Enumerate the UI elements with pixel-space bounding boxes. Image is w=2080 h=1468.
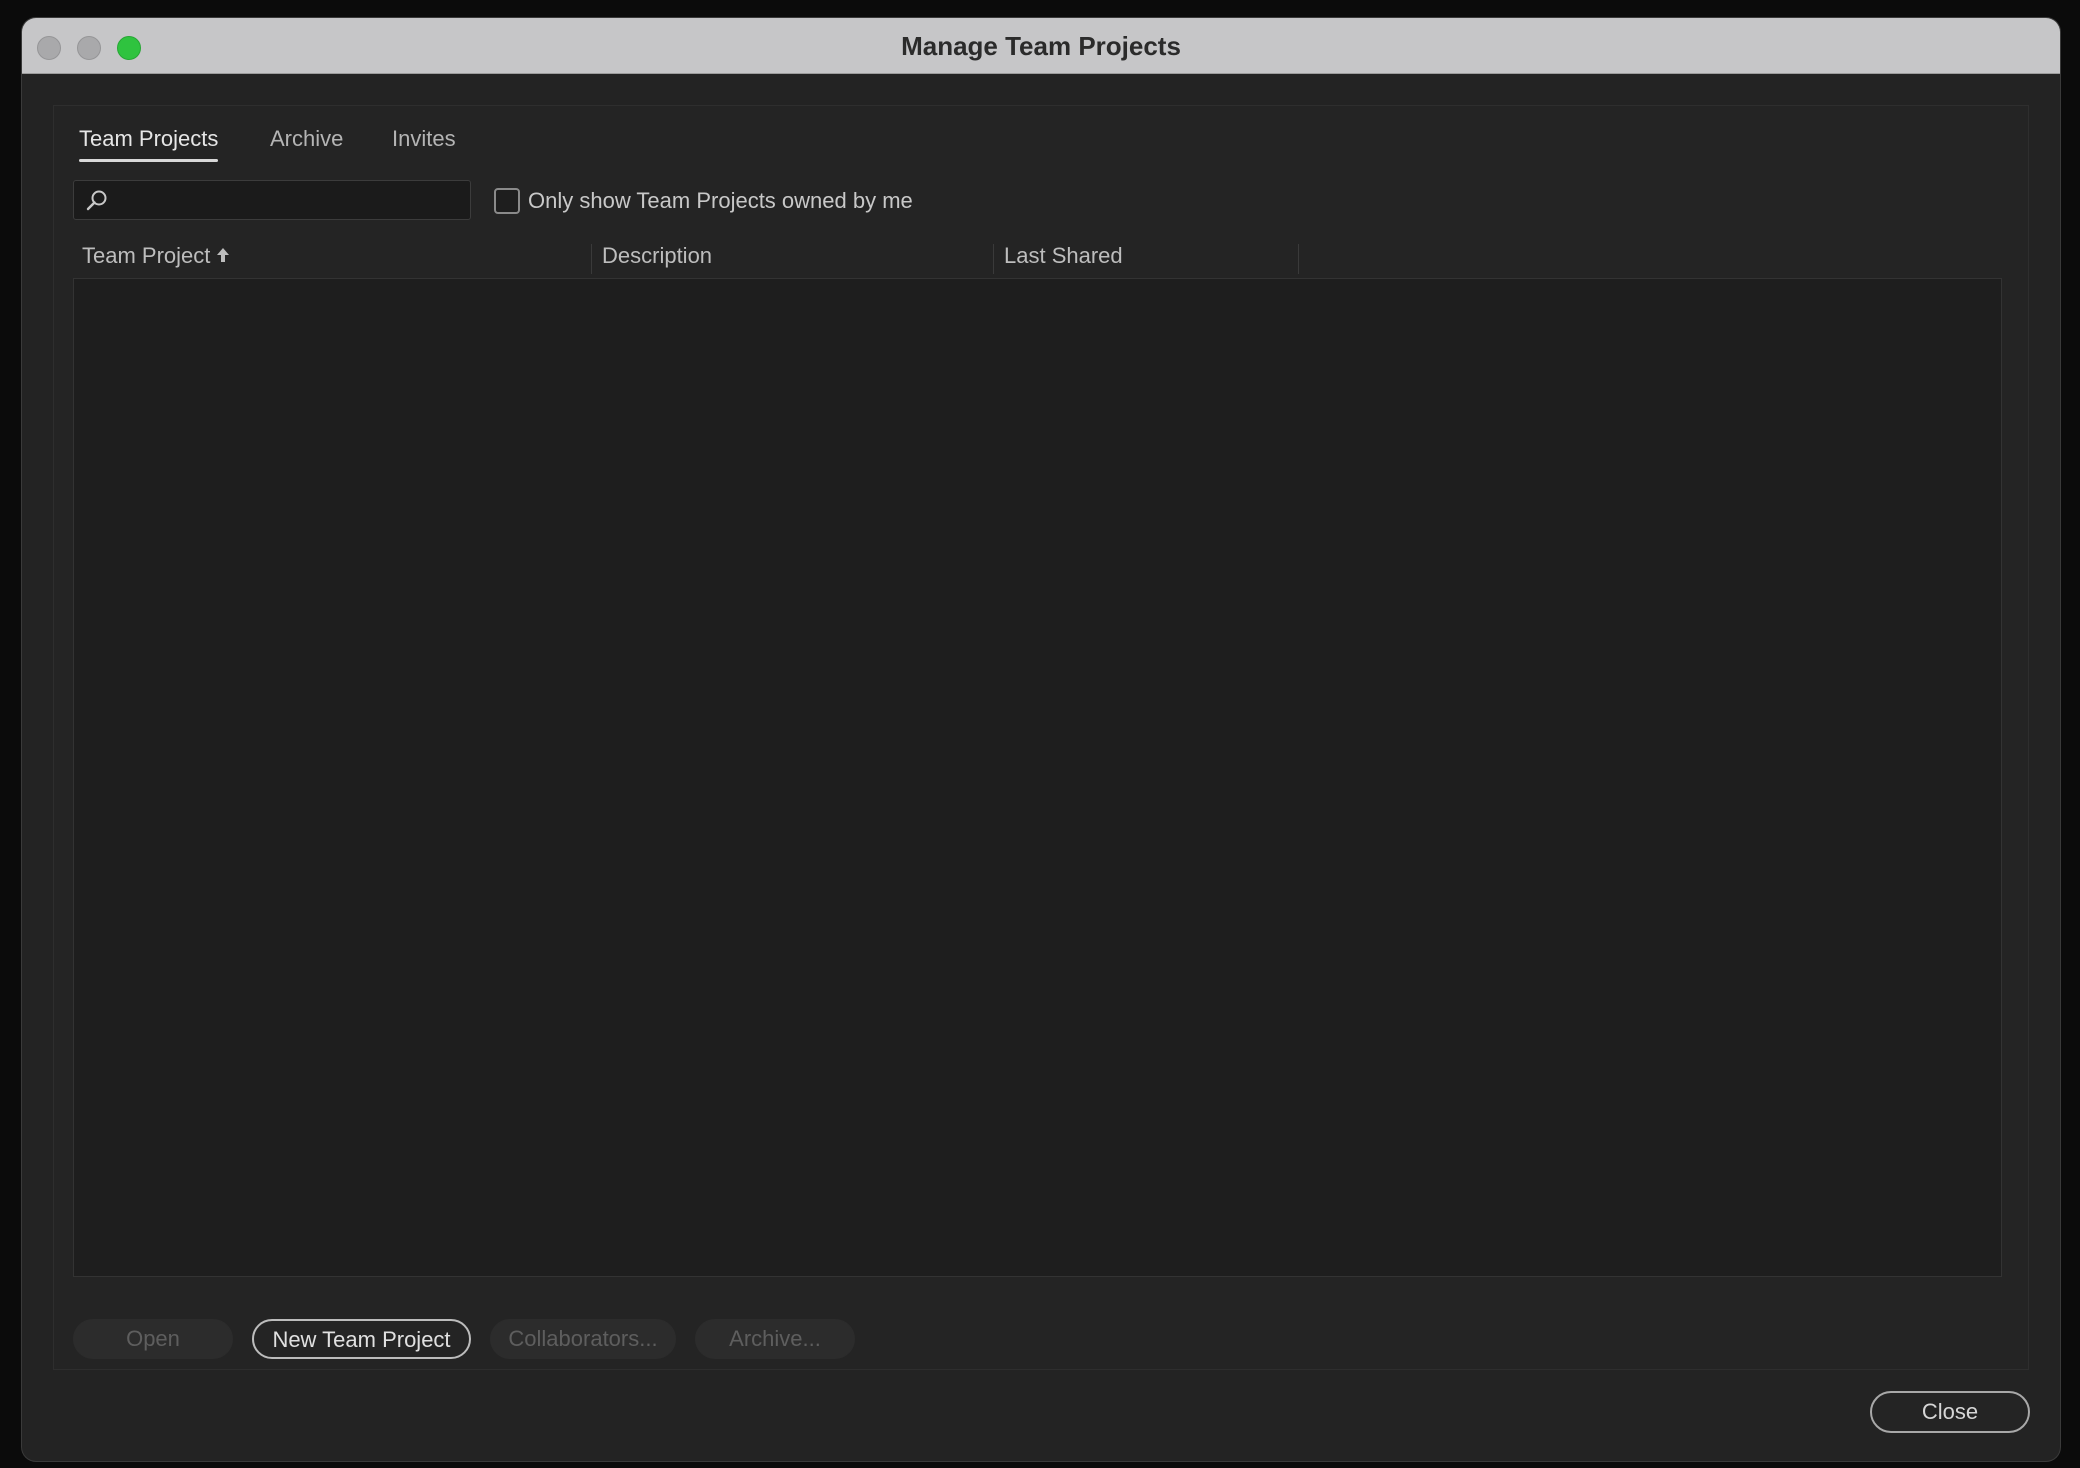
- sort-ascending-icon: [217, 248, 230, 262]
- window-title: Manage Team Projects: [901, 31, 1181, 61]
- collaborators-button[interactable]: Collaborators...: [490, 1319, 676, 1359]
- column-header-team-project[interactable]: Team Project: [73, 236, 593, 276]
- column-separator[interactable]: [591, 244, 592, 274]
- column-separator[interactable]: [1298, 244, 1299, 274]
- open-button[interactable]: Open: [73, 1319, 233, 1359]
- archive-button[interactable]: Archive...: [695, 1319, 855, 1359]
- title-bar[interactable]: Manage Team Projects: [22, 18, 2060, 74]
- tab-team-projects[interactable]: Team Projects: [79, 122, 219, 162]
- column-header-last-shared[interactable]: Last Shared: [995, 236, 1300, 276]
- owned-by-me-label: Only show Team Projects owned by me: [528, 188, 913, 213]
- tab-invites[interactable]: Invites: [392, 122, 456, 162]
- column-header-description[interactable]: Description: [593, 236, 995, 276]
- search-input[interactable]: [114, 181, 464, 219]
- column-separator[interactable]: [993, 244, 994, 274]
- team-projects-panel: Team Projects Archive Invites Only show …: [53, 105, 2029, 1370]
- search-field[interactable]: [73, 180, 471, 220]
- tab-archive[interactable]: Archive: [270, 122, 343, 162]
- new-team-project-button[interactable]: New Team Project: [252, 1319, 471, 1359]
- team-projects-list[interactable]: [73, 278, 2002, 1277]
- close-button[interactable]: Close: [1870, 1391, 2030, 1433]
- table-header: Team Project Description Last Shared: [73, 236, 2002, 276]
- owned-by-me-checkbox[interactable]: [494, 188, 520, 214]
- owned-by-me-filter[interactable]: Only show Team Projects owned by me: [494, 184, 913, 218]
- dialog-window: Manage Team Projects Team Projects Archi…: [22, 18, 2060, 1461]
- search-icon: [86, 190, 107, 211]
